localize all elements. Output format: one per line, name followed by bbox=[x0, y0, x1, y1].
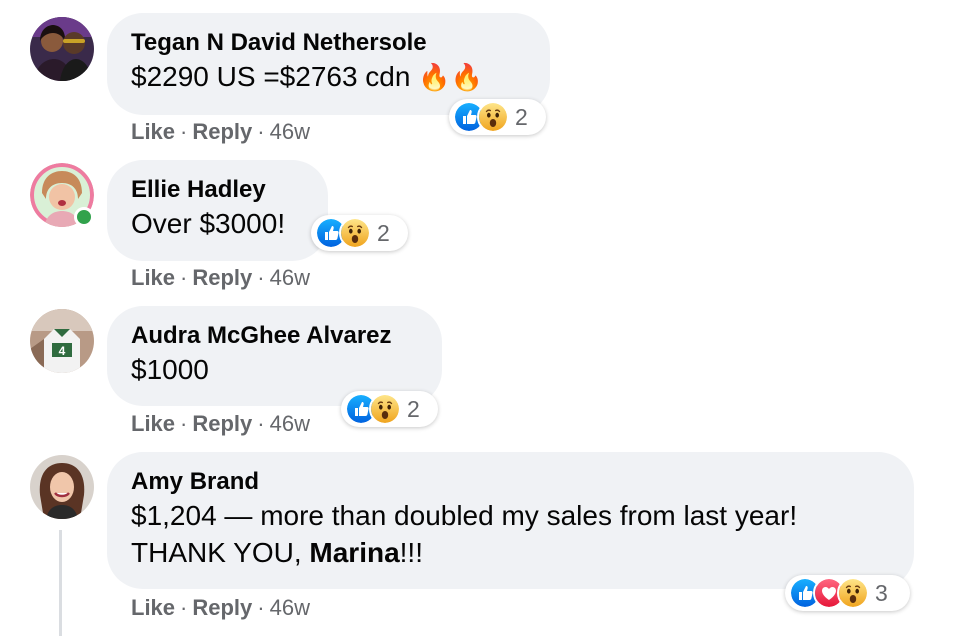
reactions-summary[interactable]: 2 bbox=[311, 215, 408, 251]
like-button[interactable]: Like bbox=[131, 595, 175, 621]
separator: · bbox=[180, 119, 188, 144]
comment-timestamp[interactable]: 46w bbox=[270, 411, 310, 437]
avatar-photo-couple bbox=[30, 17, 94, 81]
comment-text: $2290 US =$2763 cdn 🔥🔥 bbox=[131, 61, 483, 92]
separator: · bbox=[257, 119, 265, 144]
reply-button[interactable]: Reply bbox=[192, 265, 252, 291]
reactions-summary[interactable]: 2 bbox=[341, 391, 438, 427]
like-button[interactable]: Like bbox=[131, 265, 175, 291]
separator: · bbox=[257, 265, 265, 290]
separator: · bbox=[180, 411, 188, 436]
avatar[interactable]: 4 bbox=[30, 309, 94, 373]
reaction-count: 2 bbox=[377, 219, 390, 246]
comment-text: $1000 bbox=[131, 354, 209, 385]
reply-button[interactable]: Reply bbox=[192, 119, 252, 145]
comment-actions: Like · Reply · 46w bbox=[131, 595, 310, 621]
wow-icon bbox=[837, 577, 869, 609]
reaction-count: 2 bbox=[407, 395, 420, 422]
avatar-photo-woman-smiling bbox=[30, 455, 94, 519]
comment-author[interactable]: Amy Brand bbox=[131, 467, 890, 497]
comment-timestamp[interactable]: 46w bbox=[270, 595, 310, 621]
comment-text: Over $3000! bbox=[131, 208, 286, 239]
like-button[interactable]: Like bbox=[131, 119, 175, 145]
reply-thread-line bbox=[59, 530, 62, 636]
fire-emoji-icon: 🔥🔥 bbox=[418, 62, 483, 92]
reactions-summary[interactable]: 3 bbox=[785, 575, 910, 611]
wow-icon bbox=[477, 101, 509, 133]
reply-button[interactable]: Reply bbox=[192, 411, 252, 437]
separator: · bbox=[257, 595, 265, 620]
reaction-count: 3 bbox=[875, 579, 888, 606]
comment-bubble: Ellie Hadley Over $3000! bbox=[107, 160, 328, 261]
avatar[interactable] bbox=[30, 17, 94, 81]
avatar[interactable] bbox=[30, 163, 94, 227]
svg-text:4: 4 bbox=[59, 344, 66, 358]
comment-text-line: $1,204 — more than doubled my sales from… bbox=[131, 500, 798, 531]
reaction-count: 2 bbox=[515, 103, 528, 130]
comment-bubble: Amy Brand $1,204 — more than doubled my … bbox=[107, 452, 914, 589]
separator: · bbox=[257, 411, 265, 436]
avatar-photo-jersey: 4 bbox=[30, 309, 94, 373]
reply-button[interactable]: Reply bbox=[192, 595, 252, 621]
comment-actions: Like · Reply · 46w bbox=[131, 411, 310, 437]
avatar[interactable] bbox=[30, 455, 94, 519]
comment-author[interactable]: Ellie Hadley bbox=[131, 175, 304, 205]
wow-icon bbox=[339, 217, 371, 249]
comment-timestamp[interactable]: 46w bbox=[270, 119, 310, 145]
online-status-indicator bbox=[74, 207, 94, 227]
wow-icon bbox=[369, 393, 401, 425]
comment-author[interactable]: Audra McGhee Alvarez bbox=[131, 321, 418, 351]
separator: · bbox=[180, 595, 188, 620]
comment-actions: Like · Reply · 46w bbox=[131, 119, 310, 145]
mention-marina[interactable]: Marina bbox=[309, 537, 399, 568]
separator: · bbox=[180, 265, 188, 290]
reactions-summary[interactable]: 2 bbox=[449, 99, 546, 135]
like-button[interactable]: Like bbox=[131, 411, 175, 437]
comment-timestamp[interactable]: 46w bbox=[270, 265, 310, 291]
comment-text-line: THANK YOU, Marina!!! bbox=[131, 537, 423, 568]
comment-actions: Like · Reply · 46w bbox=[131, 265, 310, 291]
comment-author[interactable]: Tegan N David Nethersole bbox=[131, 28, 526, 58]
